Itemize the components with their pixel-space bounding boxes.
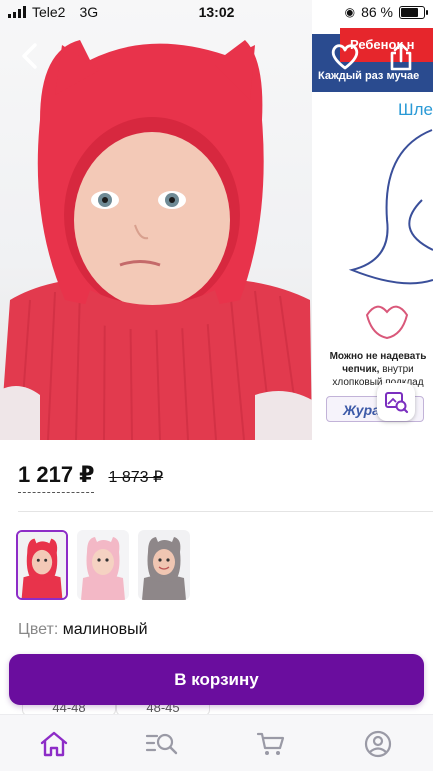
status-right: ◉ 86 % [344, 4, 428, 20]
status-bar: Tele2 3G 13:02 ◉ 86 % [0, 0, 433, 24]
nav-catalog[interactable] [145, 727, 179, 761]
variant-image-pink [77, 530, 129, 600]
share-icon [390, 42, 412, 71]
battery-icon [399, 5, 428, 19]
divider [18, 511, 433, 512]
share-button[interactable] [384, 40, 418, 74]
price-old: 1 873 ₽ [108, 469, 164, 486]
variant-thumb-pink[interactable] [77, 530, 129, 600]
product-photo-image [0, 40, 312, 440]
heart-icon [331, 44, 359, 70]
nav-profile[interactable] [361, 727, 395, 761]
battery-percent: 86 % [361, 4, 393, 20]
variant-image-crimson [18, 532, 66, 598]
color-line: Цвет: малиновый [18, 621, 148, 639]
profile-icon [364, 730, 392, 758]
cart-icon [256, 732, 285, 755]
favorite-button[interactable] [328, 40, 362, 74]
variant-thumb-grey[interactable] [138, 530, 190, 600]
add-to-cart-button[interactable]: В корзину [9, 654, 424, 705]
catalog-search-icon [145, 733, 178, 755]
color-label: Цвет: [18, 621, 59, 638]
product-gallery[interactable]: Ребенок н Каждый раз мучае Шле Можно не … [0, 0, 433, 440]
product-photo[interactable] [0, 0, 312, 440]
battery-fill [401, 7, 418, 17]
promo-side-text: Шле [398, 100, 433, 119]
image-search-icon [385, 392, 409, 414]
orientation-lock-icon: ◉ [344, 5, 356, 19]
nav-home[interactable] [37, 727, 71, 761]
visual-search-button[interactable] [377, 383, 415, 421]
price-row: 1 217 ₽ 1 873 ₽ [18, 462, 163, 493]
back-button[interactable] [14, 40, 46, 72]
bottom-nav [0, 714, 433, 771]
color-value: малиновый [62, 621, 148, 638]
price-current[interactable]: 1 217 ₽ [18, 462, 95, 493]
chevron-left-icon [22, 43, 37, 69]
promo-note: Можно не надевать чепчик, внутри хлопков… [326, 350, 430, 389]
nav-cart[interactable] [254, 727, 288, 761]
home-icon [40, 731, 68, 757]
variant-thumb-crimson[interactable] [16, 530, 68, 600]
color-variants [16, 530, 190, 600]
variant-image-grey [138, 530, 190, 600]
